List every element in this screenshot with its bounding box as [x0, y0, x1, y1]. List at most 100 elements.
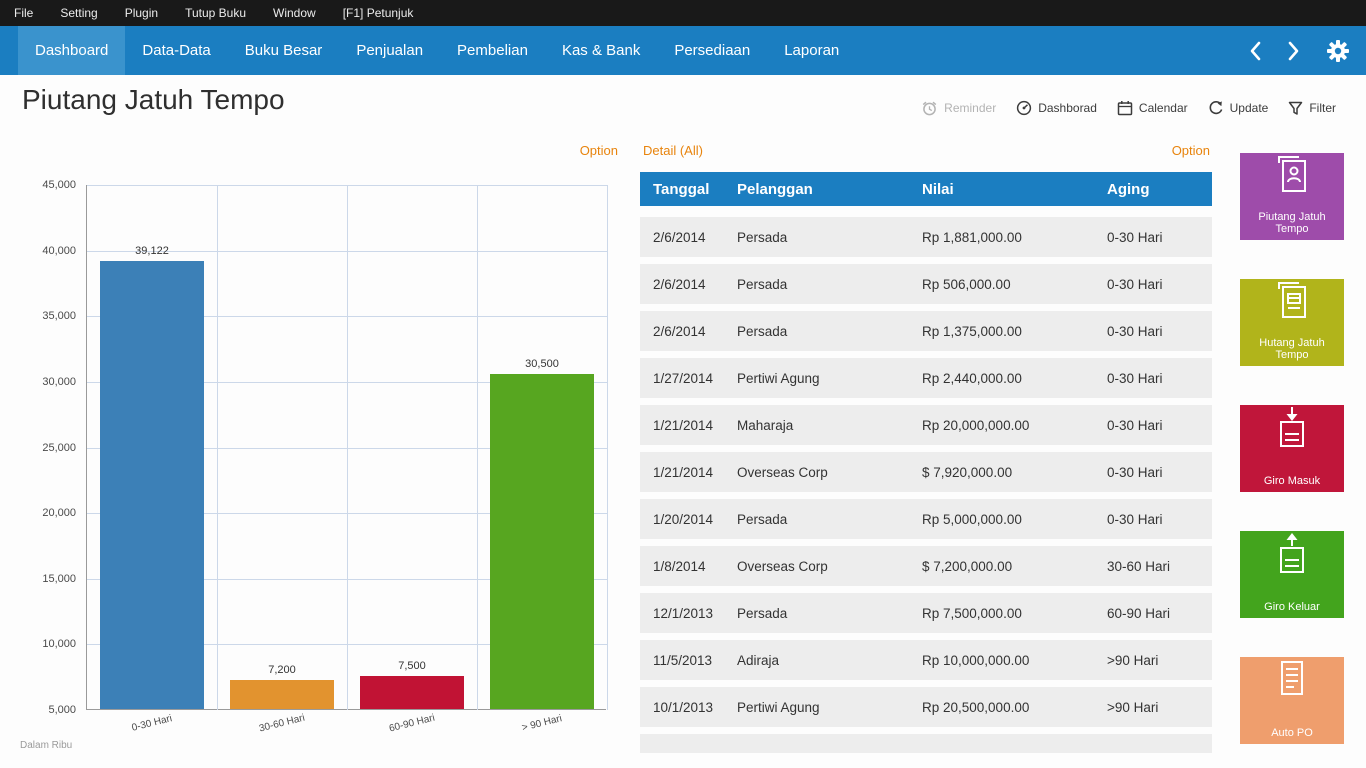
chart-plot: 39,1220-30 Hari7,20030-60 Hari7,50060-90… [86, 185, 606, 710]
cell-nilai: Rp 506,000.00 [922, 277, 1107, 292]
detail-option-link[interactable]: Option [1172, 143, 1210, 158]
table-row[interactable]: 1/21/2014MaharajaRp 20,000,000.000-30 Ha… [640, 405, 1212, 445]
chart-bar-30-60-hari[interactable] [230, 680, 334, 709]
y-axis-label: 15,000 [18, 573, 76, 585]
table-row[interactable]: 1/21/2014Overseas Corp$ 7,920,000.000-30… [640, 452, 1212, 492]
reminder-alarm-icon [921, 100, 938, 116]
table-header: TanggalPelangganNilaiAging [640, 172, 1212, 206]
menu-item-window[interactable]: Window [273, 6, 316, 20]
chart-bar-60-90-hari[interactable] [360, 676, 464, 709]
cell-nilai: Rp 1,375,000.00 [922, 324, 1107, 339]
nav-tab-data-data[interactable]: Data-Data [125, 26, 227, 75]
gauge-icon [1016, 100, 1032, 116]
cell-nilai: Rp 1,881,000.00 [922, 230, 1107, 245]
filter-label: Filter [1309, 101, 1336, 115]
reminder-button[interactable]: Reminder [921, 100, 996, 116]
nav-tab-buku-besar[interactable]: Buku Besar [228, 26, 340, 75]
y-axis-label: 20,000 [18, 507, 76, 519]
nav-tab-kas-bank[interactable]: Kas & Bank [545, 26, 657, 75]
nav-tab-dashboard[interactable]: Dashboard [18, 26, 125, 75]
cell-aging: 30-60 Hari [1107, 559, 1212, 574]
cell-pelanggan: Pertiwi Agung [737, 371, 922, 386]
update-button[interactable]: Update [1208, 100, 1269, 116]
table-row[interactable]: 1/27/2014Pertiwi AgungRp 2,440,000.000-3… [640, 358, 1212, 398]
cell-pelanggan: Persada [737, 512, 922, 527]
v-gridline [217, 185, 218, 710]
y-axis-label: 25,000 [18, 442, 76, 454]
cell-aging: >90 Hari [1107, 653, 1212, 668]
hutang-document-card-icon [1269, 279, 1315, 325]
menu-item-f1-petunjuk[interactable]: [F1] Petunjuk [343, 6, 414, 20]
calendar-button[interactable]: Calendar [1117, 100, 1188, 116]
cell-pelanggan: Persada [737, 324, 922, 339]
shortcut-tiles: Piutang Jatuh Tempo Hutang Jatuh Tempo G… [1240, 145, 1344, 768]
y-axis-label: 5,000 [18, 704, 76, 716]
chevron-left-icon [1248, 40, 1262, 62]
menu-item-tutup-buku[interactable]: Tutup Buku [185, 6, 246, 20]
nav-back-button[interactable] [1248, 40, 1262, 62]
cell-nilai: Rp 2,440,000.00 [922, 371, 1107, 386]
chart-option-link[interactable]: Option [580, 143, 618, 158]
chart-bar-0-30-hari[interactable] [100, 261, 204, 709]
cell-tanggal: 12/1/2013 [653, 606, 737, 621]
table-row[interactable]: 2/6/2014PersadaRp 506,000.000-30 Hari [640, 264, 1212, 304]
cell-aging: 0-30 Hari [1107, 512, 1212, 527]
chart-bar-90-hari[interactable] [490, 374, 594, 709]
bar-value-label: 7,500 [347, 660, 477, 672]
y-axis-label: 40,000 [18, 245, 76, 257]
tile-auto-po[interactable]: Auto PO [1240, 657, 1344, 744]
table-row[interactable]: 10/1/2013Pertiwi AgungRp 20,500,000.00>9… [640, 687, 1212, 727]
auto-po-document-icon [1269, 657, 1315, 703]
menu-item-setting[interactable]: Setting [60, 6, 97, 20]
nav-forward-button[interactable] [1287, 40, 1301, 62]
chart-footnote: Dalam Ribu [20, 740, 72, 751]
page-title: Piutang Jatuh Tempo [22, 84, 285, 116]
settings-button[interactable] [1326, 39, 1350, 63]
detail-title: Detail (All) [643, 143, 703, 158]
dashboard-button[interactable]: Dashborad [1016, 100, 1097, 116]
cell-tanggal: 1/21/2014 [653, 465, 737, 480]
nav-tab-penjualan[interactable]: Penjualan [339, 26, 440, 75]
bar-value-label: 39,122 [87, 245, 217, 257]
tile-label: Auto PO [1242, 727, 1342, 739]
tile-giro-keluar[interactable]: Giro Keluar [1240, 531, 1344, 618]
cell-aging: 0-30 Hari [1107, 418, 1212, 433]
cell-aging: 60-90 Hari [1107, 606, 1212, 621]
nav-tab-persediaan[interactable]: Persediaan [657, 26, 767, 75]
chart-panel: Option 5,00010,00015,00020,00025,00030,0… [18, 140, 620, 760]
cell-tanggal: 2/6/2014 [653, 277, 737, 292]
tile-piutang-jatuh-tempo[interactable]: Piutang Jatuh Tempo [1240, 153, 1344, 240]
tile-hutang-jatuh-tempo[interactable]: Hutang Jatuh Tempo [1240, 279, 1344, 366]
cell-aging: 0-30 Hari [1107, 324, 1212, 339]
cell-aging: 0-30 Hari [1107, 465, 1212, 480]
nav-tab-laporan[interactable]: Laporan [767, 26, 856, 75]
table-row[interactable]: 2/6/2014PersadaRp 1,881,000.000-30 Hari [640, 217, 1212, 257]
nav-tab-pembelian[interactable]: Pembelian [440, 26, 545, 75]
tile-label: Piutang Jatuh Tempo [1242, 211, 1342, 235]
table-row[interactable]: 12/1/2013PersadaRp 7,500,000.0060-90 Har… [640, 593, 1212, 633]
table-row[interactable]: 11/5/2013AdirajaRp 10,000,000.00>90 Hari [640, 640, 1212, 680]
table-row[interactable]: 2/6/2014PersadaRp 1,375,000.000-30 Hari [640, 311, 1212, 351]
menu-item-file[interactable]: File [14, 6, 33, 20]
cell-pelanggan: Maharaja [737, 418, 922, 433]
cell-aging: 0-30 Hari [1107, 371, 1212, 386]
cell-tanggal: 1/21/2014 [653, 418, 737, 433]
column-header-aging: Aging [1107, 181, 1212, 198]
column-header-nilai: Nilai [922, 181, 1107, 198]
cell-nilai: Rp 10,000,000.00 [922, 653, 1107, 668]
menu-item-plugin[interactable]: Plugin [125, 6, 158, 20]
filter-button[interactable]: Filter [1288, 101, 1336, 116]
cell-nilai: Rp 5,000,000.00 [922, 512, 1107, 527]
tile-label: Giro Keluar [1242, 601, 1342, 613]
tile-giro-masuk[interactable]: Giro Masuk [1240, 405, 1344, 492]
table-row[interactable]: 1/8/2014Overseas Corp$ 7,200,000.0030-60… [640, 546, 1212, 586]
cell-tanggal: 11/5/2013 [653, 653, 737, 668]
cell-aging: 0-30 Hari [1107, 230, 1212, 245]
menubar: File Setting Plugin Tutup Buku Window [F1] Pe… [0, 0, 1366, 26]
y-axis-label: 35,000 [18, 310, 76, 322]
navbar: DashboardData-DataBuku BesarPenjualanPem… [0, 26, 1366, 75]
table-row[interactable]: 1/20/2014PersadaRp 5,000,000.000-30 Hari [640, 499, 1212, 539]
table-body: 2/6/2014PersadaRp 1,881,000.000-30 Hari2… [640, 206, 1212, 753]
cell-tanggal: 10/1/2013 [653, 700, 737, 715]
cell-tanggal: 2/6/2014 [653, 324, 737, 339]
